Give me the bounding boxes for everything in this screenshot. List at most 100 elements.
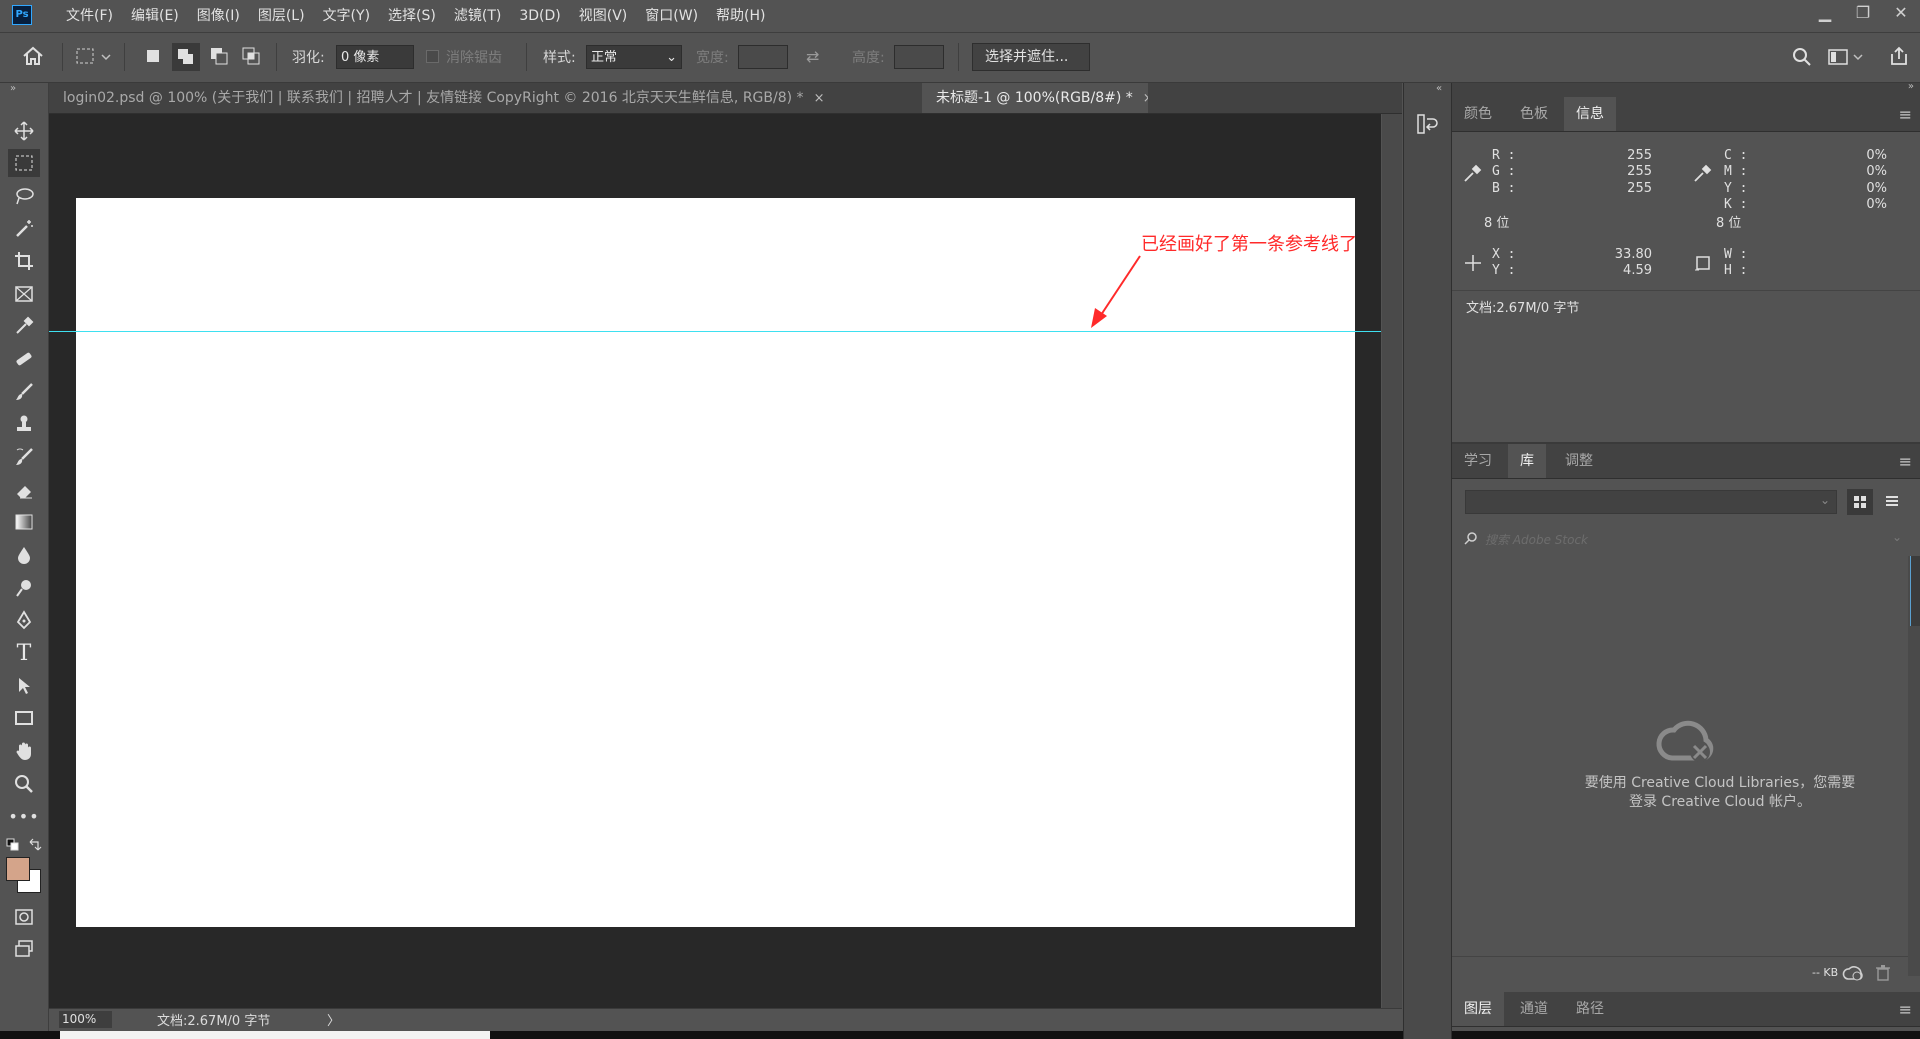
history-brush-tool-icon[interactable] [8, 443, 40, 471]
share-icon[interactable] [1888, 45, 1910, 71]
workspace-icon[interactable] [1828, 48, 1864, 70]
rectangle-tool-icon[interactable] [8, 704, 40, 732]
restore-button[interactable]: ❐ [1844, 0, 1882, 26]
antialias-checkbox[interactable] [426, 50, 439, 63]
trash-icon[interactable] [1876, 965, 1890, 985]
tab-channels[interactable]: 通道 [1508, 992, 1560, 1026]
eraser-tool-icon[interactable] [8, 476, 40, 504]
swap-width-height-icon[interactable]: ⇄ [806, 47, 819, 66]
panel-menu-icon[interactable]: ≡ [1899, 452, 1912, 471]
panel-menu-icon[interactable]: ≡ [1899, 105, 1912, 124]
menu-image[interactable]: 图像(I) [188, 0, 249, 32]
eyedropper-cmyk-icon[interactable] [1692, 164, 1712, 188]
menu-view[interactable]: 视图(V) [570, 0, 637, 32]
menu-edit[interactable]: 编辑(E) [122, 0, 188, 32]
chevron-down-icon[interactable]: ⌄ [1892, 530, 1902, 544]
swap-colors-icon[interactable] [28, 838, 42, 856]
photoshop-logo: Ps [12, 5, 32, 25]
new-selection-icon[interactable] [145, 48, 161, 68]
menu-type[interactable]: 文字(Y) [314, 0, 379, 32]
default-colors-icon[interactable] [6, 838, 20, 856]
cloud-sync-icon[interactable] [1842, 964, 1864, 986]
home-icon[interactable] [22, 46, 44, 70]
info-y2-label: Y : [1492, 263, 1516, 278]
path-selection-tool-icon[interactable] [8, 672, 40, 700]
healing-brush-tool-icon[interactable] [8, 345, 40, 373]
marquee-tool-preset-icon[interactable] [76, 48, 112, 70]
menu-select[interactable]: 选择(S) [379, 0, 445, 32]
collapse-chevron-icon[interactable]: » [10, 83, 16, 94]
dock-collapse-icon[interactable]: « [1436, 83, 1442, 94]
info-k-value: 0% [1866, 197, 1887, 212]
height-input[interactable] [894, 45, 944, 69]
gradient-tool-icon[interactable] [8, 508, 40, 536]
tab-libraries[interactable]: 库 [1508, 444, 1546, 478]
rectangular-marquee-tool-icon[interactable] [8, 149, 40, 177]
feather-input[interactable]: 0 像素 [336, 45, 414, 69]
list-view-icon[interactable] [1879, 489, 1905, 515]
tab-login02[interactable]: login02.psd @ 100% (关于我们 | 联系我们 | 招聘人才 |… [49, 83, 922, 113]
hand-tool-icon[interactable] [8, 737, 40, 765]
style-select[interactable]: 正常 ⌄ [586, 45, 682, 69]
stock-search-input[interactable]: 搜索 Adobe Stock [1485, 531, 1588, 548]
width-input[interactable] [738, 45, 788, 69]
magic-wand-tool-icon[interactable] [8, 214, 40, 242]
type-tool-icon[interactable]: T [8, 639, 40, 667]
add-selection-icon[interactable] [172, 43, 200, 71]
brush-tool-icon[interactable] [8, 378, 40, 406]
libraries-signin-message: 要使用 Creative Cloud Libraries，您需要 登录 Crea… [1540, 774, 1900, 812]
tab-learn[interactable]: 学习 [1452, 444, 1504, 478]
panel-collapse-icon[interactable]: » [1908, 81, 1914, 92]
pen-tool-icon[interactable] [8, 606, 40, 634]
more-tools-icon[interactable]: ••• [8, 802, 40, 830]
tab-color[interactable]: 颜色 [1452, 97, 1504, 131]
info-doc-size: 文档:2.67M/0 字节 [1466, 301, 1580, 316]
close-icon[interactable]: × [1143, 84, 1148, 113]
blur-tool-icon[interactable] [8, 541, 40, 569]
history-panel-icon[interactable] [1416, 113, 1438, 139]
foreground-color-swatch[interactable] [6, 857, 30, 881]
horizontal-guide-line[interactable] [49, 331, 1381, 332]
tab-info[interactable]: 信息 [1564, 97, 1616, 131]
grid-view-icon[interactable] [1847, 489, 1873, 515]
select-and-mask-button[interactable]: 选择并遮住... [972, 43, 1090, 71]
clone-stamp-tool-icon[interactable] [8, 410, 40, 438]
lasso-tool-icon[interactable] [8, 182, 40, 210]
move-tool-icon[interactable] [8, 117, 40, 145]
eyedropper-tool-icon[interactable] [8, 312, 40, 340]
tab-paths[interactable]: 路径 [1564, 992, 1616, 1026]
right-panel-scrollbar-thumb[interactable] [1910, 556, 1920, 626]
canvas-vertical-scrollbar[interactable] [1382, 114, 1402, 1008]
menu-window[interactable]: 窗口(W) [636, 0, 707, 32]
menu-file[interactable]: 文件(F) [57, 0, 122, 32]
tab-untitled-1[interactable]: 未标题-1 @ 100%(RGB/8#) * × [922, 83, 1148, 113]
libraries-message-line2: 登录 Creative Cloud 帐户。 [1628, 794, 1812, 810]
menu-3d[interactable]: 3D(D) [510, 0, 569, 32]
intersect-selection-icon[interactable] [240, 45, 262, 71]
minimize-button[interactable]: ▁ [1806, 0, 1844, 26]
dodge-tool-icon[interactable] [8, 574, 40, 602]
tab-swatches[interactable]: 色板 [1508, 97, 1560, 131]
panel-menu-icon[interactable]: ≡ [1899, 1000, 1912, 1019]
search-icon[interactable] [1792, 47, 1812, 71]
menu-filter[interactable]: 滤镜(T) [445, 0, 510, 32]
tab-layers[interactable]: 图层 [1452, 992, 1504, 1026]
screen-mode-icon[interactable] [8, 935, 40, 963]
subtract-selection-icon[interactable] [208, 45, 230, 71]
close-button[interactable]: ✕ [1882, 0, 1920, 26]
library-select[interactable]: ⌄ [1465, 490, 1837, 514]
document-canvas[interactable] [76, 198, 1355, 927]
menu-help[interactable]: 帮助(H) [707, 0, 774, 32]
quick-mask-icon[interactable] [8, 903, 40, 931]
close-icon[interactable]: × [814, 84, 825, 113]
tab-adjustments[interactable]: 调整 [1553, 444, 1605, 478]
chevron-down-icon: ⌄ [1819, 493, 1830, 507]
menu-layer[interactable]: 图层(L) [249, 0, 314, 32]
taskbar-item [60, 1031, 490, 1039]
eyedropper-rgb-icon[interactable] [1462, 164, 1482, 188]
frame-tool-icon[interactable] [8, 280, 40, 308]
crop-tool-icon[interactable] [8, 247, 40, 275]
zoom-level-field[interactable]: 100% [59, 1011, 112, 1028]
zoom-tool-icon[interactable] [8, 770, 40, 798]
status-menu-arrow[interactable]: 〉 [327, 1010, 340, 1029]
